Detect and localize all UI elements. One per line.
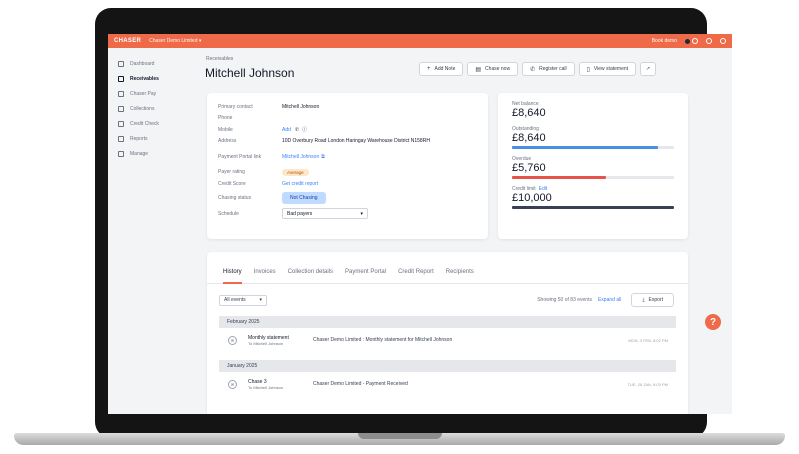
export-button[interactable]: ⤓ Export bbox=[631, 293, 674, 307]
envelope-icon: ✉ bbox=[228, 379, 237, 389]
primary-contact-value: Mitchell Johnson bbox=[282, 103, 320, 110]
outstanding-value: £8,640 bbox=[512, 132, 546, 144]
add-mobile-link[interactable]: Add bbox=[282, 127, 291, 133]
overdue-value: £5,760 bbox=[512, 162, 546, 174]
open-external-button[interactable]: ↗ bbox=[640, 62, 657, 76]
tab-collection-details[interactable]: Collection details bbox=[288, 269, 333, 284]
tab-payment-portal[interactable]: Payment Portal bbox=[345, 269, 386, 284]
sidebar-item-dashboard[interactable]: Dashboard bbox=[108, 56, 202, 71]
download-icon: ⤓ bbox=[642, 297, 645, 303]
add-note-button[interactable]: + Add Note bbox=[419, 62, 464, 76]
schedule-select[interactable]: Bad payers ▾ bbox=[282, 208, 368, 219]
page-title: Mitchell Johnson bbox=[205, 66, 295, 80]
primary-contact-label: Primary contact bbox=[218, 103, 253, 110]
app-logo[interactable]: CHASER bbox=[114, 38, 141, 44]
event-recipient: To Mitchell Johnson bbox=[248, 384, 284, 390]
help-button[interactable]: ? bbox=[705, 314, 721, 330]
list-item[interactable]: ✉ Monthly statement To Mitchell Johnson C… bbox=[219, 328, 676, 352]
sidebar-item-chaser-pay[interactable]: Chaser Pay bbox=[108, 86, 202, 101]
top-bar: CHASER Chaser Demo Limited ▾ Book demo bbox=[108, 34, 732, 48]
history-card: History Invoices Collection details Paym… bbox=[207, 252, 688, 414]
credit-limit-bar-fill bbox=[512, 206, 674, 209]
tab-credit-report[interactable]: Credit Report bbox=[398, 269, 434, 284]
user-icon[interactable] bbox=[720, 38, 726, 44]
event-recipient: To Mitchell Johnson bbox=[248, 340, 284, 346]
phone-label: Phone bbox=[218, 115, 233, 122]
outstanding-bar bbox=[512, 146, 674, 149]
event-description: Chaser Demo Limited : Monthly statement … bbox=[313, 337, 453, 343]
bell-icon[interactable] bbox=[692, 38, 698, 44]
home-icon bbox=[118, 60, 124, 67]
payer-rating-badge: Average bbox=[282, 168, 309, 176]
event-time: MON, 3 FEB, 8:02 PM bbox=[628, 337, 668, 343]
book-demo-link[interactable]: Book demo bbox=[652, 38, 677, 44]
portal-link-label: Payment Portal link bbox=[218, 153, 262, 160]
contact-details-card: Primary contact Mitchell Johnson Phone Mo… bbox=[207, 93, 488, 239]
register-call-button[interactable]: ✆ Register call bbox=[522, 62, 575, 76]
sidebar-item-reports[interactable]: Reports bbox=[108, 131, 202, 146]
phone-icon: ✆ bbox=[530, 66, 536, 73]
sidebar-item-credit-check[interactable]: Credit Check bbox=[108, 116, 202, 131]
company-switcher[interactable]: Chaser Demo Limited ▾ bbox=[149, 38, 201, 44]
sidebar: Dashboard Receivables Chaser Pay Collect… bbox=[108, 48, 202, 414]
get-credit-report-link[interactable]: Get credit report bbox=[282, 181, 318, 187]
sidebar-item-receivables[interactable]: Receivables bbox=[108, 71, 202, 86]
app-screen: CHASER Chaser Demo Limited ▾ Book demo D… bbox=[108, 34, 732, 414]
month-header: January 2025 bbox=[219, 360, 676, 372]
credit-score-label: Credit Score bbox=[218, 180, 246, 187]
chevron-down-icon: ▾ bbox=[360, 210, 363, 217]
address-value: 10D Overbury Road London Haringay Wareho… bbox=[282, 138, 430, 145]
event-time: TUE, 28 JAN, 8:03 PM bbox=[627, 381, 668, 387]
reports-icon bbox=[118, 135, 124, 142]
month-header: February 2025 bbox=[219, 316, 676, 328]
envelope-icon: ✉ bbox=[228, 335, 237, 345]
copy-icon[interactable]: ⧉ bbox=[321, 154, 325, 160]
view-statement-button[interactable]: ▯ View statement bbox=[578, 62, 637, 76]
chevron-down-icon: ▾ bbox=[259, 297, 262, 303]
search-icon bbox=[118, 120, 124, 127]
plus-icon: + bbox=[427, 66, 431, 72]
overdue-bar-fill bbox=[512, 176, 606, 179]
manage-icon bbox=[118, 150, 124, 157]
help-icon[interactable] bbox=[706, 38, 712, 44]
payer-rating-label: Payer rating bbox=[218, 169, 245, 176]
net-balance-value: £8,640 bbox=[512, 107, 546, 119]
sidebar-item-collections[interactable]: Collections bbox=[108, 101, 202, 116]
breadcrumb[interactable]: Receivables bbox=[206, 56, 233, 62]
document-icon bbox=[118, 75, 124, 82]
collections-icon bbox=[118, 105, 124, 112]
chasing-status-toggle[interactable]: Not Chasing bbox=[282, 191, 326, 204]
header-actions: + Add Note ▤ Chase now ✆ Register call ▯ Vie… bbox=[419, 62, 657, 76]
credit-limit-value: £10,000 bbox=[512, 192, 552, 204]
chasing-status-label: Chasing status bbox=[218, 194, 252, 201]
event-description: Chaser Demo Limited - Payment Received bbox=[313, 381, 408, 387]
info-icon[interactable]: ⓘ bbox=[302, 126, 307, 133]
notification-badge bbox=[685, 38, 690, 44]
calendar-icon: ▤ bbox=[475, 66, 482, 73]
laptop-notch bbox=[358, 433, 442, 439]
outstanding-bar-fill bbox=[512, 146, 658, 149]
external-link-icon: ↗ bbox=[645, 66, 651, 72]
sidebar-item-manage[interactable]: Manage bbox=[108, 146, 202, 161]
history-tabs: History Invoices Collection details Paym… bbox=[207, 252, 688, 284]
tab-recipients[interactable]: Recipients bbox=[446, 269, 474, 284]
events-count-text: Showing 50 of 83 events bbox=[537, 297, 592, 303]
mobile-label: Mobile bbox=[218, 126, 233, 133]
credit-limit-bar bbox=[512, 206, 674, 209]
chase-now-button[interactable]: ▤ Chase now bbox=[467, 62, 519, 76]
overdue-bar bbox=[512, 176, 674, 179]
events-filter-select[interactable]: All events ▾ bbox=[219, 294, 267, 306]
phone-icon[interactable]: ✆ bbox=[295, 127, 299, 133]
address-label: Address bbox=[218, 138, 237, 145]
tab-history[interactable]: History bbox=[223, 269, 242, 284]
balances-card: Net balance £8,640 Outstanding £8,640 Ov… bbox=[498, 93, 688, 239]
schedule-label: Schedule bbox=[218, 210, 239, 217]
statement-icon: ▯ bbox=[586, 66, 590, 73]
expand-all-link[interactable]: Expand all bbox=[598, 297, 621, 303]
tab-invoices[interactable]: Invoices bbox=[254, 269, 276, 284]
list-item[interactable]: ✉ Chase 3 To Mitchell Johnson Chaser Demo… bbox=[219, 372, 676, 396]
portal-link[interactable]: Mitchell Johnson bbox=[282, 154, 319, 160]
card-icon bbox=[118, 90, 124, 97]
